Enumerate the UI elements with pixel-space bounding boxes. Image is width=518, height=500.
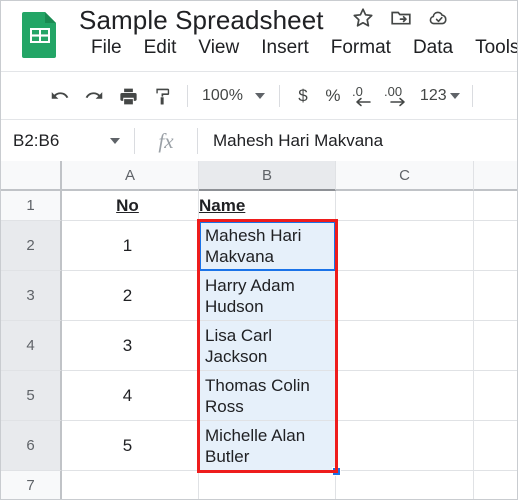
paint-format-icon[interactable] [145,80,179,112]
cell-C3[interactable] [336,271,474,321]
cell-B3[interactable]: Harry Adam Hudson [199,271,336,321]
menu-item-file[interactable]: File [91,37,122,59]
cell-A3-text: 2 [122,286,133,305]
cell-B5-text: Thomas Colin Ross [205,376,310,416]
cell-D1[interactable] [474,191,517,221]
menu-item-tools[interactable]: Tools [475,37,517,59]
redo-icon[interactable] [77,80,111,112]
title-action-icons [351,6,451,30]
move-to-folder-icon[interactable] [389,6,413,30]
document-title[interactable]: Sample Spreadsheet [79,5,324,36]
name-box-value: B2:B6 [13,131,60,150]
app-header: Sample Spreadsheet File Edit View Insert… [1,1,517,69]
svg-text:.0: .0 [352,84,363,99]
zoom-value: 100% [202,87,243,104]
spreadsheet-grid: A B C 1 2 3 4 5 6 7 No Name 1 Mahesh Har… [1,161,517,499]
select-all-corner[interactable] [1,161,62,191]
cell-C1[interactable] [336,191,474,221]
cell-D5[interactable] [474,371,517,421]
row-header-7[interactable]: 7 [1,471,62,499]
cell-C5[interactable] [336,371,474,421]
column-header-a[interactable]: A [62,161,199,191]
cell-C4[interactable] [336,321,474,371]
cell-A1-text: No [116,196,139,215]
cell-B6-text: Michelle Alan Butler [205,426,306,466]
cell-A2[interactable]: 1 [62,221,199,271]
cell-C2[interactable] [336,221,474,271]
chevron-down-icon-namebox [110,138,120,144]
cell-D2[interactable] [474,221,517,271]
decrease-decimal-icon[interactable]: .0 [348,80,382,112]
toolbar-divider-3 [471,85,473,107]
number-format-label: 123 [419,87,447,104]
fill-handle[interactable] [332,467,341,476]
cell-A6-text: 5 [122,436,133,455]
cell-B2-text: Mahesh Hari Makvana [205,226,302,266]
cell-D6[interactable] [474,421,517,471]
cell-D3[interactable] [474,271,517,321]
menu-item-view[interactable]: View [198,37,239,59]
currency-format-button[interactable]: $ [288,80,318,112]
cell-A5[interactable]: 4 [62,371,199,421]
cell-D4[interactable] [474,321,517,371]
cell-A4-text: 3 [122,336,133,355]
column-header-b[interactable]: B [199,161,336,191]
row-header-3[interactable]: 3 [1,271,62,321]
star-icon[interactable] [351,6,375,30]
row-header-5[interactable]: 5 [1,371,62,421]
row-header-2[interactable]: 2 [1,221,62,271]
percent-format-button[interactable]: % [318,80,348,112]
menu-item-edit[interactable]: Edit [144,37,177,59]
cell-B6[interactable]: Michelle Alan Butler [199,421,336,471]
cloud-saved-icon[interactable] [427,6,451,30]
cell-A1[interactable]: No [62,191,199,221]
menu-item-data[interactable]: Data [413,37,453,59]
chevron-down-icon-2 [449,93,460,99]
increase-decimal-icon[interactable]: .00 [382,80,416,112]
cell-B1-text: Name [199,196,246,215]
google-sheets-logo[interactable] [19,10,61,60]
print-icon[interactable] [111,80,145,112]
toolbar: 100% $ % .0 .00 123 [1,71,517,120]
name-box[interactable]: B2:B6 [1,120,134,162]
svg-text:.00: .00 [384,84,402,99]
cell-C6[interactable] [336,421,474,471]
cell-B3-text: Harry Adam Hudson [205,276,295,316]
row-header-6[interactable]: 6 [1,421,62,471]
formula-bar: B2:B6 fx Mahesh Hari Makvana [1,119,517,163]
toolbar-divider [187,85,188,107]
zoom-control[interactable]: 100% [196,87,271,105]
column-header-c[interactable]: C [336,161,474,191]
cell-B5[interactable]: Thomas Colin Ross [199,371,336,421]
google-sheets-window: Sample Spreadsheet File Edit View Insert… [0,0,518,500]
menu-item-insert[interactable]: Insert [261,37,309,59]
cell-B1[interactable]: Name [199,191,336,221]
cell-D7[interactable] [474,471,517,499]
menu-item-format[interactable]: Format [331,37,391,59]
cell-B2[interactable]: Mahesh Hari Makvana [199,221,336,271]
cell-A4[interactable]: 3 [62,321,199,371]
cell-B4-text: Lisa Carl Jackson [205,326,273,366]
cell-A2-text: 1 [122,236,133,255]
cell-A6[interactable]: 5 [62,421,199,471]
column-header-d[interactable] [474,161,517,191]
cell-A3[interactable]: 2 [62,271,199,321]
cell-A7[interactable] [62,471,199,499]
undo-icon[interactable] [43,80,77,112]
cell-B7[interactable] [199,471,336,499]
row-header-1[interactable]: 1 [1,191,62,221]
cell-B4[interactable]: Lisa Carl Jackson [199,321,336,371]
row-header-4[interactable]: 4 [1,321,62,371]
toolbar-divider-2 [278,85,280,107]
chevron-down-icon [254,93,265,99]
cell-A5-text: 4 [122,386,133,405]
cell-C7[interactable] [336,471,474,499]
number-format-button[interactable]: 123 [416,87,464,105]
formula-input[interactable]: Mahesh Hari Makvana [198,131,517,151]
menu-bar: File Edit View Insert Format Data Tools [91,37,517,59]
fx-icon: fx [158,128,174,153]
